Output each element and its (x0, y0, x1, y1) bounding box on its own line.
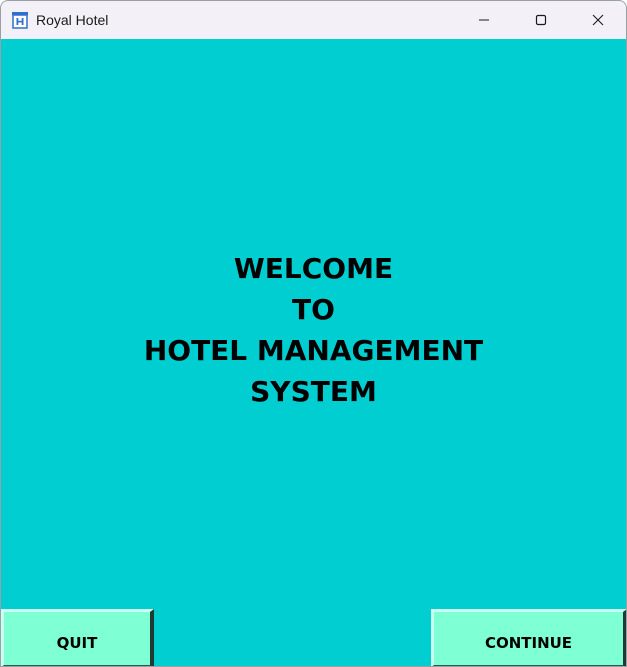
close-button[interactable] (569, 1, 626, 39)
window-controls (455, 1, 626, 39)
minimize-button[interactable] (455, 1, 512, 39)
title-bar[interactable]: Royal Hotel (1, 1, 626, 39)
welcome-line-3: HOTEL MANAGEMENT (143, 334, 484, 367)
welcome-heading: WELCOME TO HOTEL MANAGEMENT SYSTEM (1, 248, 626, 412)
quit-button[interactable]: QUIT (1, 609, 154, 666)
continue-button[interactable]: CONTINUE (431, 609, 626, 666)
minimize-icon (478, 11, 490, 30)
maximize-button[interactable] (512, 1, 569, 39)
close-icon (592, 11, 604, 30)
app-window: Royal Hotel WELCOME TO HOTEL MANAGEMENT … (0, 0, 627, 667)
welcome-line-4: SYSTEM (250, 375, 377, 408)
hotel-app-icon (11, 11, 29, 29)
window-title: Royal Hotel (36, 12, 109, 28)
welcome-line-1: WELCOME (233, 252, 394, 285)
maximize-icon (535, 11, 547, 30)
welcome-line-2: TO (292, 293, 335, 326)
main-content: WELCOME TO HOTEL MANAGEMENT SYSTEM QUIT … (1, 39, 626, 666)
